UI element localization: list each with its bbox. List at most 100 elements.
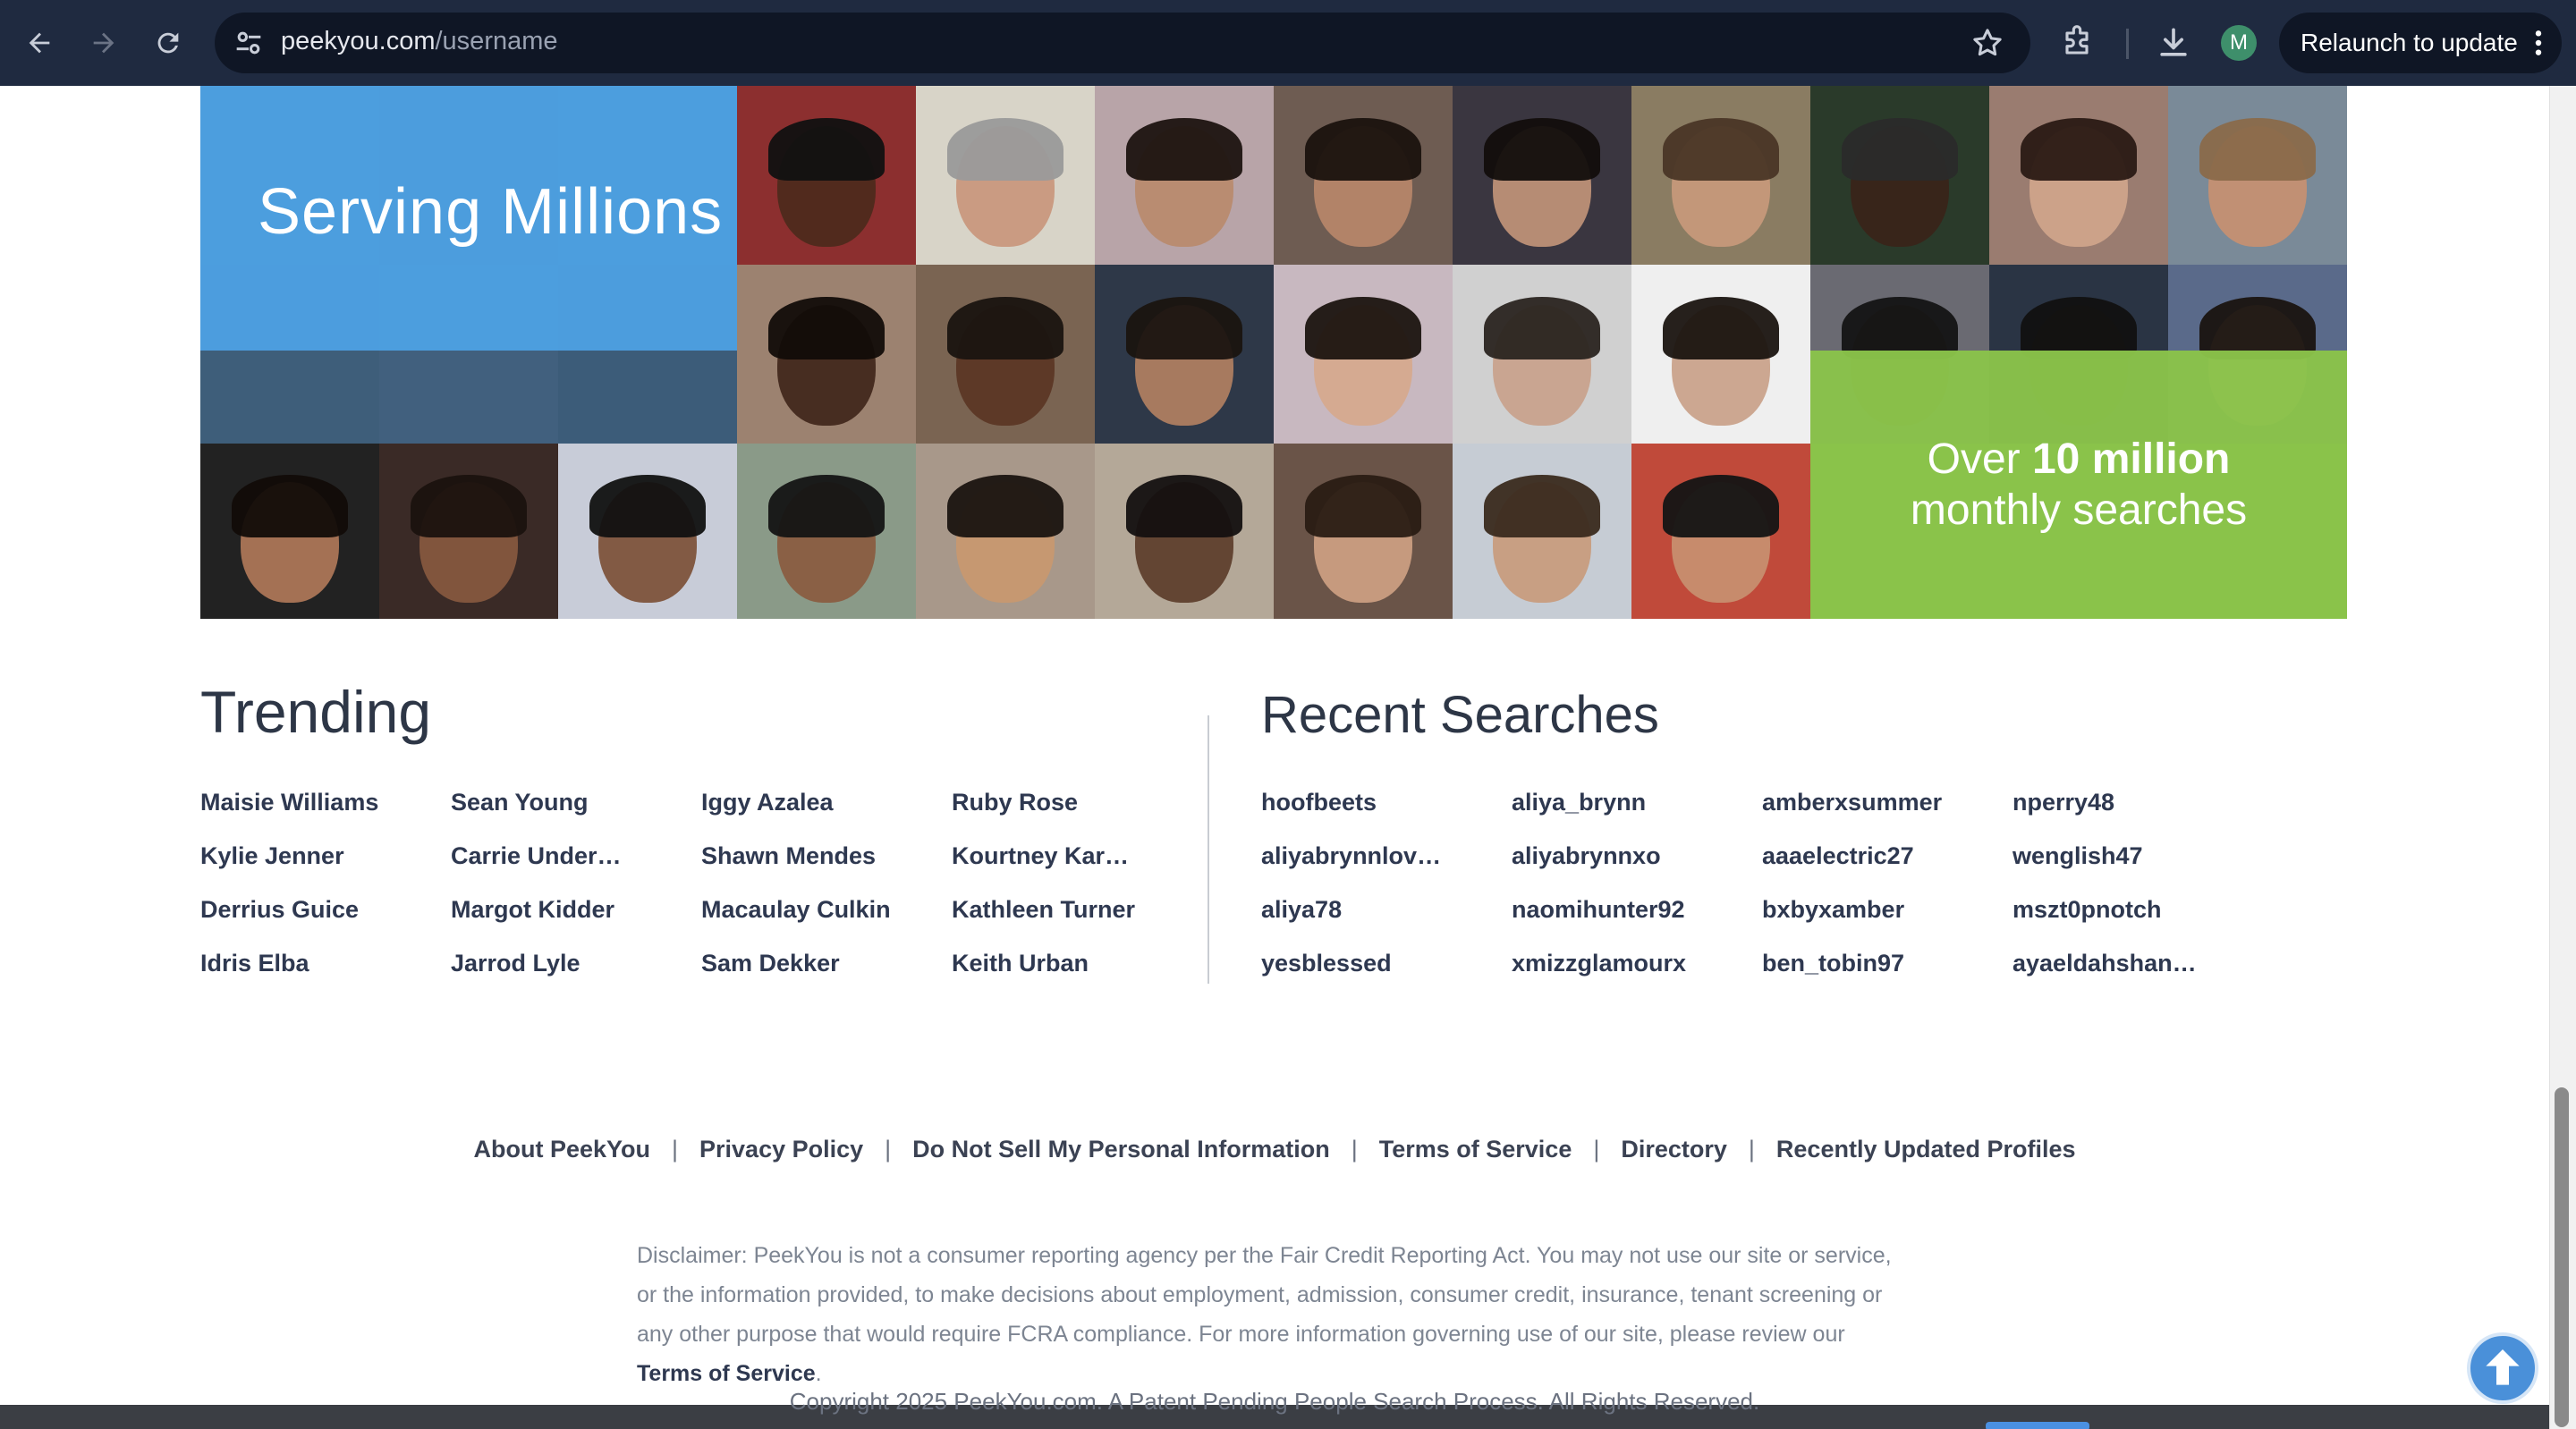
trending-name-link[interactable]: Macaulay Culkin <box>701 892 952 946</box>
stat-number: 10 million <box>2031 435 2231 483</box>
footer-link[interactable]: Recently Updated Profiles <box>1776 1136 2076 1163</box>
hero-banner: Serving Millions Over 10 million monthly… <box>200 86 2347 619</box>
stat-prefix: Over <box>1927 435 2032 483</box>
section-divider <box>1208 715 1209 984</box>
trending-name-link[interactable]: Maisie Williams <box>200 785 451 839</box>
tune-icon[interactable] <box>231 25 267 61</box>
star-icon[interactable] <box>1970 25 2005 61</box>
trending-heading: Trending <box>200 679 432 745</box>
footer-link[interactable]: Privacy Policy <box>699 1136 863 1163</box>
arrow-right-icon <box>93 32 114 54</box>
url-text[interactable]: peekyou.com/username <box>281 27 558 56</box>
disclaimer-tos-link[interactable]: Terms of Service <box>637 1361 816 1386</box>
toolbar-divider <box>2126 29 2129 59</box>
arrow-up-circle-icon <box>2486 1349 2520 1385</box>
profile-photo <box>558 444 737 619</box>
trending-name-link[interactable]: Idris Elba <box>200 946 451 1000</box>
profile-photo <box>737 265 916 444</box>
scroll-to-top-button[interactable] <box>2467 1332 2538 1404</box>
recent-searches-heading: Recent Searches <box>1261 686 1659 744</box>
recent-search-link[interactable]: aliyabrynnxo <box>1512 839 1762 892</box>
disclaimer-end: . <box>815 1361 822 1386</box>
footer-separator: | <box>885 1136 892 1163</box>
recent-search-link[interactable]: mszt0pnotch <box>2012 892 2263 946</box>
profile-photo <box>916 265 1095 444</box>
recent-search-link[interactable]: amberxsummer <box>1762 785 2012 839</box>
recent-search-link[interactable]: naomihunter92 <box>1512 892 1762 946</box>
trending-name-link[interactable]: Keith Urban <box>952 946 1202 1000</box>
url-path: /username <box>435 27 558 55</box>
footer-separator: | <box>1351 1136 1358 1163</box>
footer-link[interactable]: About PeekYou <box>473 1136 650 1163</box>
relaunch-label: Relaunch to update <box>2301 29 2518 56</box>
profile-photo <box>1631 444 1810 619</box>
stat-line-2: monthly searches <box>1910 486 2248 534</box>
monthly-searches-panel: Over 10 million monthly searches <box>1810 351 2347 619</box>
hero-title: Serving Millions <box>258 176 724 248</box>
footer-link[interactable]: Do Not Sell My Personal Information <box>912 1136 1330 1163</box>
profile-photo <box>1810 86 1989 265</box>
trending-name-link[interactable]: Kourtney Kar… <box>952 839 1202 892</box>
profile-photo <box>1453 444 1631 619</box>
puzzle-icon[interactable] <box>2057 23 2097 63</box>
profile-photo <box>379 444 558 619</box>
footer-link[interactable]: Terms of Service <box>1379 1136 1572 1163</box>
profile-photo <box>1989 86 2168 265</box>
profile-photo <box>1453 86 1631 265</box>
profile-photo <box>737 444 916 619</box>
profile-avatar[interactable]: M <box>2221 25 2257 61</box>
bottom-bar-highlight <box>1986 1422 2089 1429</box>
recent-search-link[interactable]: xmizzglamourx <box>1512 946 1762 1000</box>
recent-search-link[interactable]: hoofbeets <box>1261 785 1512 839</box>
trending-name-link[interactable]: Sam Dekker <box>701 946 952 1000</box>
scrollbar-thumb[interactable] <box>2555 1087 2569 1427</box>
trending-name-link[interactable]: Ruby Rose <box>952 785 1202 839</box>
serving-millions-panel: Serving Millions <box>200 86 737 351</box>
recent-search-link[interactable]: aliya78 <box>1261 892 1512 946</box>
recent-search-link[interactable]: aliyabrynnlov… <box>1261 839 1512 892</box>
profile-photo <box>737 86 916 265</box>
download-icon[interactable] <box>2154 23 2193 63</box>
relaunch-button[interactable]: Relaunch to update <box>2279 13 2562 73</box>
profile-photo <box>1274 265 1453 444</box>
trending-name-link[interactable]: Iggy Azalea <box>701 785 952 839</box>
profile-photo <box>1095 444 1274 619</box>
trending-name-link[interactable]: Carrie Under… <box>451 839 701 892</box>
profile-photo <box>2168 86 2347 265</box>
reload-button[interactable] <box>143 18 193 68</box>
trending-name-link[interactable]: Margot Kidder <box>451 892 701 946</box>
trending-name-link[interactable]: Sean Young <box>451 785 701 839</box>
trending-name-link[interactable]: Kylie Jenner <box>200 839 451 892</box>
recent-search-link[interactable]: bxbyxamber <box>1762 892 2012 946</box>
back-button[interactable] <box>14 18 64 68</box>
profile-photo <box>1453 265 1631 444</box>
profile-photo <box>916 86 1095 265</box>
page-content: Serving Millions Over 10 million monthly… <box>0 86 2576 1429</box>
profile-photo <box>200 444 379 619</box>
recent-search-link[interactable]: aaaelectric27 <box>1762 839 2012 892</box>
recent-search-link[interactable]: ben_tobin97 <box>1762 946 2012 1000</box>
trending-list: Maisie Williams Sean Young Iggy Azalea Ruby… <box>200 785 1202 1000</box>
footer-link[interactable]: Directory <box>1621 1136 1727 1163</box>
trending-name-link[interactable]: Shawn Mendes <box>701 839 952 892</box>
more-vert-icon <box>2535 30 2542 55</box>
trending-name-link[interactable]: Kathleen Turner <box>952 892 1202 946</box>
profile-photo <box>1631 86 1810 265</box>
recent-search-link[interactable]: ayaeldahshan… <box>2012 946 2263 1000</box>
trending-name-link[interactable]: Jarrod Lyle <box>451 946 701 1000</box>
address-bar[interactable]: peekyou.com/username <box>215 13 2030 73</box>
arrow-left-icon <box>29 32 50 54</box>
browser-toolbar: peekyou.com/username M Relaunch to updat… <box>0 0 2576 86</box>
footer-separator: | <box>1593 1136 1600 1163</box>
profile-photo <box>916 444 1095 619</box>
recent-search-link[interactable]: wenglish47 <box>2012 839 2263 892</box>
forward-button[interactable] <box>79 18 129 68</box>
profile-photo <box>1095 86 1274 265</box>
recent-search-link[interactable]: aliya_brynn <box>1512 785 1762 839</box>
recent-search-link[interactable]: yesblessed <box>1261 946 1512 1000</box>
trending-name-link[interactable]: Derrius Guice <box>200 892 451 946</box>
recent-search-link[interactable]: nperry48 <box>2012 785 2263 839</box>
footer-separator: | <box>1748 1136 1755 1163</box>
url-domain: peekyou.com <box>281 27 436 55</box>
profile-photo <box>1274 444 1453 619</box>
